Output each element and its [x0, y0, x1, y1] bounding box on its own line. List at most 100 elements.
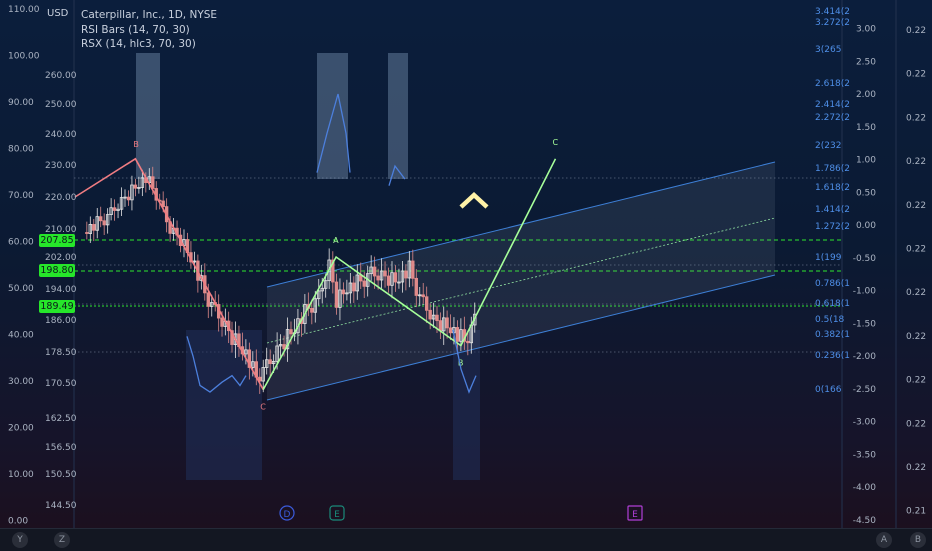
- left-outer-tick: 60.00: [8, 238, 34, 248]
- fib-label: 1.272(2: [815, 222, 850, 232]
- price-tick: 230.00: [45, 161, 77, 171]
- candle: [466, 340, 470, 344]
- candle: [428, 309, 432, 320]
- candle: [341, 289, 346, 295]
- rsx-tick: -3.00: [853, 418, 877, 428]
- candle: [206, 292, 210, 307]
- currency-label: USD: [47, 8, 69, 19]
- rsx-tick: 2.50: [856, 57, 876, 67]
- auto-scale-button[interactable]: A: [876, 532, 892, 548]
- chevron-up-icon: [459, 191, 489, 209]
- legend: Caterpillar, Inc., 1D, NYSE RSI Bars (14…: [81, 8, 217, 52]
- candle: [421, 294, 425, 298]
- candle: [102, 220, 106, 226]
- chart-area[interactable]: B C A B C 110.00 100.00 90.00 80.00 70.00 60.00 50…: [0, 0, 932, 550]
- fib-label: 2.618(2: [815, 79, 850, 89]
- pattern-label-b: B: [133, 140, 139, 149]
- left-outer-tick: 70.00: [8, 191, 34, 201]
- event-marker-label: E: [334, 510, 340, 520]
- price-tick: 202.00: [45, 253, 77, 263]
- left-outer-tick: 50.00: [8, 284, 34, 294]
- candle: [393, 272, 398, 283]
- pattern-label-c: C: [260, 403, 266, 412]
- candle: [404, 270, 408, 279]
- indicator-rsx[interactable]: RSX (14, hlc3, 70, 30): [81, 37, 217, 52]
- outer-right-tick: 0.21: [906, 507, 926, 517]
- fib-label: 0(166: [815, 385, 842, 395]
- rsx-tick: -1.50: [853, 319, 877, 329]
- rsx-tick: -1.00: [853, 287, 877, 297]
- zoom-button[interactable]: Z: [54, 532, 70, 548]
- left-outer-tick: 90.00: [8, 98, 34, 108]
- outer-right-tick: 0.22: [906, 113, 926, 123]
- fib-label: 2(232: [815, 141, 841, 151]
- left-outer-tick: 100.00: [8, 52, 40, 62]
- price-tag-2: 198.80: [39, 264, 75, 277]
- candle: [383, 270, 387, 277]
- candle: [448, 327, 453, 334]
- bottom-toolbar: Y Z A B: [0, 528, 932, 551]
- candle: [282, 344, 286, 350]
- candle: [334, 281, 339, 308]
- price-tick: 250.00: [45, 100, 77, 110]
- outer-right-tick: 0.22: [906, 201, 926, 211]
- pattern-label-c2: C: [552, 138, 558, 147]
- channel-fill: [267, 162, 775, 400]
- left-outer-tick: 40.00: [8, 331, 34, 341]
- candle: [376, 275, 380, 281]
- outer-right-tick: 0.22: [906, 157, 926, 167]
- scale-y-button[interactable]: Y: [12, 532, 28, 548]
- rsx-tick: 2.00: [856, 90, 876, 100]
- outer-right-tick: 0.22: [906, 245, 926, 255]
- price-tick: 144.50: [45, 501, 77, 511]
- fib-label: 0.382(1: [815, 330, 850, 340]
- candle: [126, 196, 131, 201]
- rsx-tick: 1.00: [856, 156, 876, 166]
- price-tick: 240.00: [45, 130, 77, 140]
- candle: [99, 216, 103, 222]
- left-outer-tick: 80.00: [8, 145, 34, 155]
- price-tick: 220.00: [45, 193, 77, 203]
- rsx-tick: -2.50: [853, 385, 877, 395]
- price-tick: 260.00: [45, 71, 77, 81]
- fib-label: 3.414(2: [815, 7, 850, 17]
- fib-label: 2.272(2: [815, 113, 850, 123]
- candle: [352, 282, 356, 292]
- candle: [151, 176, 155, 189]
- rsx-tick: 0.50: [856, 188, 876, 198]
- left-outer-tick: 20.00: [8, 424, 34, 434]
- price-tick: 162.50: [45, 414, 77, 424]
- event-marker-label: D: [284, 510, 291, 520]
- price-tick: 156.50: [45, 443, 77, 453]
- indicator-rsi-bars[interactable]: RSI Bars (14, 70, 30): [81, 23, 217, 38]
- fib-label: 3.272(2: [815, 18, 850, 28]
- candle: [424, 296, 429, 311]
- candle: [455, 327, 460, 342]
- candle: [438, 320, 443, 332]
- candle: [85, 232, 89, 234]
- price-tag-3: 189.49: [39, 300, 75, 313]
- chart-canvas: B C A B C 110.00 100.00 90.00 80.00 70.00 60.00 50…: [8, 0, 926, 545]
- fib-label: 1.414(2: [815, 205, 850, 215]
- symbol-title[interactable]: Caterpillar, Inc., 1D, NYSE: [81, 8, 217, 23]
- candle: [92, 224, 96, 231]
- fib-label: 3(265: [815, 45, 841, 55]
- outer-right-tick: 0.22: [906, 288, 926, 298]
- price-tick: 186.00: [45, 316, 77, 326]
- left-outer-tick: 0.00: [8, 517, 28, 527]
- fib-label: 2.414(2: [815, 100, 850, 110]
- rsx-tick: -0.50: [853, 254, 877, 264]
- left-outer-tick: 10.00: [8, 470, 34, 480]
- fib-label: 1.618(2: [815, 183, 850, 193]
- candle: [372, 266, 377, 277]
- left-outer-tick: 30.00: [8, 377, 34, 387]
- candle: [435, 314, 439, 322]
- candle: [112, 207, 117, 211]
- candle: [133, 184, 138, 189]
- price-tick: 150.50: [45, 470, 77, 480]
- candle: [289, 329, 293, 335]
- scale-b-button[interactable]: B: [910, 532, 926, 548]
- fib-label: 1(199: [815, 253, 842, 263]
- rsi-overbought-band: [136, 53, 160, 179]
- left-outer-tick: 110.00: [8, 5, 40, 15]
